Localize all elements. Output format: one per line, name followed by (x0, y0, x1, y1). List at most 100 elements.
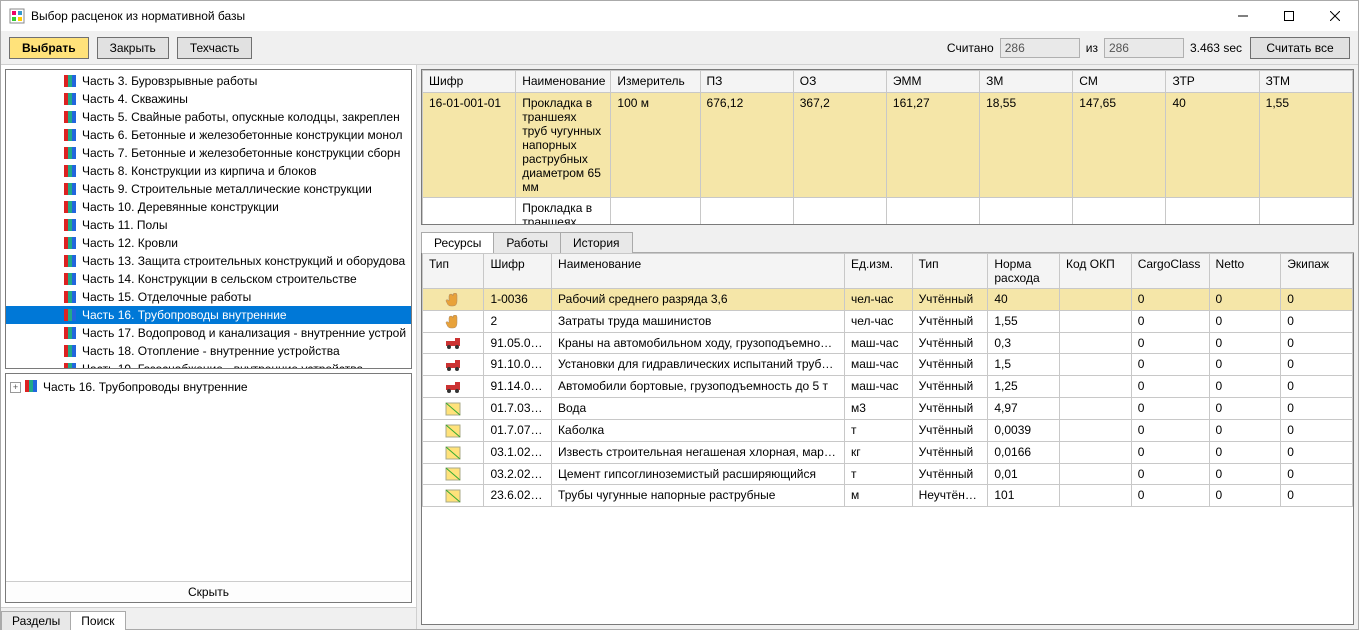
column-header[interactable]: Netto (1209, 254, 1281, 289)
column-header[interactable]: Измеритель (611, 71, 700, 93)
tree-item[interactable]: Часть 5. Свайные работы, опускные колодц… (6, 108, 411, 126)
minimize-button[interactable] (1220, 1, 1266, 31)
book-icon (64, 273, 78, 285)
column-header[interactable]: Наименование (552, 254, 845, 289)
column-header[interactable]: Наименование (516, 71, 611, 93)
cell: 0 (1131, 354, 1209, 376)
tree-item[interactable]: Часть 12. Кровли (6, 234, 411, 252)
table-row[interactable]: 1-0036Рабочий среднего разряда 3,6чел-ча… (423, 289, 1353, 311)
body: Часть 3. Буровзрывные работыЧасть 4. Скв… (1, 65, 1358, 629)
cell: Краны на автомобильном ходу, грузоподъем… (552, 332, 845, 354)
expander-icon[interactable]: + (10, 382, 21, 393)
table-row[interactable]: 16-01-001-01Прокладка в траншеях труб чу… (423, 93, 1353, 198)
tree-item[interactable]: Часть 14. Конструкции в сельском строите… (6, 270, 411, 288)
tree-item[interactable]: Часть 16. Трубопроводы внутренние (6, 306, 411, 324)
cell: Затраты труда машинистов (552, 310, 845, 332)
cell: 100 м (611, 93, 700, 198)
cell: 91.14.02-… (484, 376, 552, 398)
type-cell (423, 376, 484, 398)
column-header[interactable]: Норма расхода (988, 254, 1060, 289)
column-header[interactable]: Шифр (484, 254, 552, 289)
column-header[interactable]: CargoClass (1131, 254, 1209, 289)
tree-item[interactable]: Часть 4. Скважины (6, 90, 411, 108)
table-row[interactable]: 2Затраты труда машинистовчел-часУчтённый… (423, 310, 1353, 332)
tree-item[interactable]: Часть 3. Буровзрывные работы (6, 72, 411, 90)
tree-item[interactable]: Часть 18. Отопление - внутренние устройс… (6, 342, 411, 360)
cell: чел-час (844, 289, 912, 311)
detail-pane: + Часть 16. Трубопроводы внутренние Скры… (5, 373, 412, 603)
tree-item-label: Часть 11. Полы (82, 218, 168, 232)
hide-button[interactable]: Скрыть (6, 581, 411, 602)
techpart-button[interactable]: Техчасть (177, 37, 252, 59)
column-header[interactable]: ЗТМ (1259, 71, 1352, 93)
tree-item[interactable]: Часть 11. Полы (6, 216, 411, 234)
cell: т (844, 419, 912, 441)
column-header[interactable]: ЗТР (1166, 71, 1259, 93)
count-all-button[interactable]: Считать все (1250, 37, 1350, 59)
of-label: из (1086, 41, 1098, 55)
tab-search[interactable]: Поиск (70, 611, 125, 630)
tab-resources[interactable]: Ресурсы (421, 232, 494, 253)
close-button[interactable] (1312, 1, 1358, 31)
tree[interactable]: Часть 3. Буровзрывные работыЧасть 4. Скв… (6, 70, 411, 368)
table-row[interactable]: 23.6.02.03Трубы чугунные напорные растру… (423, 485, 1353, 507)
cell: Рабочий среднего разряда 3,6 (552, 289, 845, 311)
tab-history[interactable]: История (560, 232, 633, 253)
tree-item[interactable]: Часть 10. Деревянные конструкции (6, 198, 411, 216)
rates-table[interactable]: ШифрНаименованиеИзмерительПЗОЗЭММЗМСМЗТР… (422, 70, 1353, 224)
tree-item[interactable]: Часть 7. Бетонные и железобетонные конст… (6, 144, 411, 162)
cell: Учтённый (912, 463, 988, 485)
right-panel: ШифрНаименованиеИзмерительПЗОЗЭММЗМСМЗТР… (417, 65, 1358, 629)
tree-item[interactable]: Часть 19. Газоснабжение - внутренние уст… (6, 360, 411, 368)
resources-table[interactable]: ТипШифрНаименованиеЕд.изм.ТипНорма расхо… (422, 253, 1353, 507)
cell: 1,55 (1259, 93, 1352, 198)
table-row[interactable]: Прокладка в траншеях труб чугунных (423, 198, 1353, 225)
select-button[interactable]: Выбрать (9, 37, 89, 59)
table-row[interactable]: 91.14.02-…Автомобили бортовые, грузоподъ… (423, 376, 1353, 398)
tab-sections[interactable]: Разделы (1, 611, 71, 630)
cell: 0 (1281, 419, 1353, 441)
tree-item[interactable]: Часть 13. Защита строительных конструкци… (6, 252, 411, 270)
column-header[interactable]: Экипаж (1281, 254, 1353, 289)
column-header[interactable]: Тип (423, 254, 484, 289)
column-header[interactable]: Тип (912, 254, 988, 289)
table-row[interactable]: 01.7.07.2…КаболкатУчтённый0,0039000 (423, 419, 1353, 441)
column-header[interactable]: Шифр (423, 71, 516, 93)
table-row[interactable]: 01.7.03.0…Водам3Учтённый4,97000 (423, 398, 1353, 420)
cell: 0 (1131, 419, 1209, 441)
column-header[interactable]: СМ (1073, 71, 1166, 93)
table-row[interactable]: 91.05.05-…Краны на автомобильном ходу, г… (423, 332, 1353, 354)
cell: 101 (988, 485, 1060, 507)
tree-item[interactable]: Часть 9. Строительные металлические конс… (6, 180, 411, 198)
total-value (1104, 38, 1184, 58)
column-header[interactable]: Ед.изм. (844, 254, 912, 289)
cell: 18,55 (980, 93, 1073, 198)
tree-item[interactable]: Часть 8. Конструкции из кирпича и блоков (6, 162, 411, 180)
close-dialog-button[interactable]: Закрыть (97, 37, 169, 59)
column-header[interactable]: ЗМ (980, 71, 1073, 93)
cell: Учтённый (912, 354, 988, 376)
table-row[interactable]: 03.2.02.0…Цемент гипсоглиноземистый расш… (423, 463, 1353, 485)
detail-line[interactable]: + Часть 16. Трубопроводы внутренние (10, 378, 407, 396)
tree-item[interactable]: Часть 6. Бетонные и железобетонные конст… (6, 126, 411, 144)
tree-item-label: Часть 9. Строительные металлические конс… (82, 182, 372, 196)
tree-item[interactable]: Часть 15. Отделочные работы (6, 288, 411, 306)
tree-item[interactable]: Часть 17. Водопровод и канализация - вну… (6, 324, 411, 342)
table-row[interactable]: 03.1.02.0…Известь строительная негашеная… (423, 441, 1353, 463)
detail-content: + Часть 16. Трубопроводы внутренние (6, 374, 411, 581)
tab-works[interactable]: Работы (493, 232, 561, 253)
type-cell (423, 441, 484, 463)
cell: чел-час (844, 310, 912, 332)
cell: Прокладка в траншеях труб чугунных (516, 198, 611, 225)
cell: Учтённый (912, 376, 988, 398)
cell (423, 198, 516, 225)
column-header[interactable]: ОЗ (793, 71, 886, 93)
column-header[interactable]: ЭММ (886, 71, 979, 93)
cell: Неучтённый (912, 485, 988, 507)
tree-item-label: Часть 18. Отопление - внутренние устройс… (82, 344, 340, 358)
column-header[interactable]: ПЗ (700, 71, 793, 93)
maximize-button[interactable] (1266, 1, 1312, 31)
cell: Трубы чугунные напорные раструбные (552, 485, 845, 507)
table-row[interactable]: 91.10.09-…Установки для гидравлических и… (423, 354, 1353, 376)
column-header[interactable]: Код ОКП (1060, 254, 1132, 289)
